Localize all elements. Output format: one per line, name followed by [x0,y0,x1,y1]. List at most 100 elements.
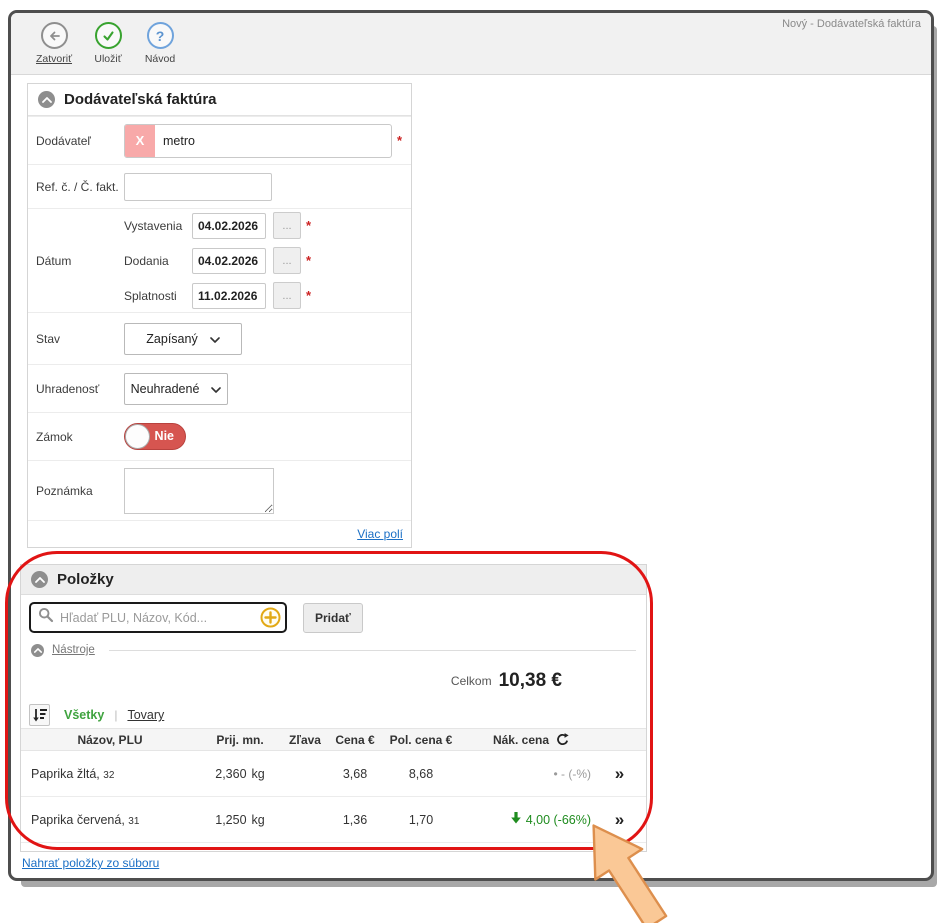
toggle-knob [125,424,150,449]
invoice-panel-footer: Viac polí [28,520,411,547]
due-date-label: Splatnosti [124,289,192,303]
issue-date-row: Vystavenia ... * [124,212,311,239]
status-row: Stav Zapísaný [28,312,411,364]
item-line-total: 8,68 [381,767,461,781]
item-qty: 1,250 [215,813,246,827]
collapse-tools-icon[interactable] [31,644,44,657]
items-panel-footer [21,843,646,851]
help-button[interactable]: ? Návod [135,22,185,65]
tab-goods[interactable]: Tovary [127,708,164,722]
required-asterisk: * [306,253,311,268]
note-textarea[interactable] [124,468,274,514]
item-search-input[interactable] [54,611,285,625]
required-asterisk: * [306,218,311,233]
invoice-panel: Dodávateľská faktúra Dodávateľ X * Ref. … [27,83,412,548]
due-date-picker-button[interactable]: ... [273,282,301,309]
item-plu: 32 [103,770,114,781]
lock-label: Zámok [36,430,124,444]
close-button[interactable]: Zatvoriť [29,22,79,65]
supplier-input[interactable] [155,134,391,148]
ref-label: Ref. č. / Č. fakt. [36,180,124,194]
clear-supplier-button[interactable]: X [125,125,155,157]
payment-select[interactable]: Neuhradené [124,373,228,405]
status-value: Zapísaný [146,332,197,346]
save-button-label: Uložiť [83,53,133,65]
tools-link[interactable]: Nástroje [52,644,95,656]
due-date-row: Splatnosti ... * [124,282,311,309]
issue-date-input[interactable] [192,213,266,239]
tools-row: Nástroje [21,640,646,660]
upload-items-link[interactable]: Nahrať položky zo súboru [22,856,159,870]
collapse-invoice-icon[interactable] [38,91,55,108]
collapse-items-icon[interactable] [31,571,48,588]
item-qty: 2,360 [215,767,246,781]
trend-down-icon [511,812,521,827]
note-row: Poznámka [28,460,411,520]
lock-toggle[interactable]: Nie [124,423,186,450]
add-new-item-icon[interactable] [260,607,281,628]
tab-all[interactable]: Všetky [64,708,104,722]
payment-value: Neuhradené [131,382,200,396]
close-button-label: Zatvoriť [29,53,79,65]
date-row: Dátum Vystavenia ... * Dodania ... * Spl… [28,208,411,312]
items-panel: Položky Pridať Nástroje Celkom 1 [20,564,647,852]
delivery-date-input[interactable] [192,248,266,274]
more-fields-link[interactable]: Viac polí [357,527,403,541]
expand-row-button[interactable]: » [601,810,637,830]
items-tabs: Všetky | Tovary [21,702,646,728]
col-header-price: Cena € [329,733,381,747]
issue-date-label: Vystavenia [124,219,192,233]
col-header-line-total: Pol. cena € [381,733,461,747]
total-label: Celkom [451,674,492,688]
col-header-purchase: Nák. cena [493,733,549,747]
item-line-total: 1,70 [381,813,461,827]
lock-toggle-value: Nie [155,429,174,443]
lock-row: Zámok Nie [28,412,411,460]
date-label: Dátum [36,254,124,268]
col-header-qty: Prij. mn. [199,733,281,747]
ref-input[interactable] [124,173,272,201]
due-date-input[interactable] [192,283,266,309]
check-icon [95,22,122,49]
tab-separator: | [114,708,117,722]
toolbar: Nový - Dodávateľská faktúra Zatvoriť Ulo… [11,13,931,75]
status-label: Stav [36,332,124,346]
table-row[interactable]: Paprika žltá, 32 2,360 kg 3,68 8,68 • - … [21,751,646,797]
invoice-panel-title: Dodávateľská faktúra [64,91,217,108]
items-panel-header: Položky [21,565,646,595]
item-unit: kg [252,767,265,781]
expand-row-button[interactable]: » [601,764,637,784]
items-panel-title: Položky [57,571,114,588]
required-asterisk: * [306,288,311,303]
supplier-label: Dodávateľ [36,134,124,148]
supplier-row: Dodávateľ X * [28,116,411,164]
item-name: Paprika červená, [31,813,125,827]
status-select[interactable]: Zapísaný [124,323,242,355]
supplier-field[interactable]: X [124,124,392,158]
item-unit: kg [252,813,265,827]
table-row[interactable]: Paprika červená, 31 1,250 kg 1,36 1,70 4… [21,797,646,843]
add-item-button[interactable]: Pridať [303,603,363,633]
col-header-name: Názov, PLU [21,733,199,747]
refresh-icon[interactable] [556,733,569,746]
item-purchase-price: • - (-%) [553,767,591,781]
delivery-date-picker-button[interactable]: ... [273,247,301,274]
item-purchase-price: 4,00 (-66%) [526,813,591,827]
delivery-date-row: Dodania ... * [124,247,311,274]
issue-date-picker-button[interactable]: ... [273,212,301,239]
window-title: Nový - Dodávateľská faktúra [782,18,921,30]
delivery-date-label: Dodania [124,254,192,268]
sort-icon[interactable] [29,704,50,726]
payment-row: Uhradenosť Neuhradené [28,364,411,412]
items-search-row: Pridať [21,595,646,640]
back-arrow-icon [41,22,68,49]
item-price: 3,68 [329,767,381,781]
save-button[interactable]: Uložiť [83,22,133,65]
item-search-field[interactable] [29,602,287,633]
total-value: 10,38 € [499,670,562,692]
search-icon [38,607,54,628]
total-row: Celkom 10,38 € [21,660,646,702]
invoice-panel-header: Dodávateľská faktúra [28,84,411,116]
question-icon: ? [147,22,174,49]
note-label: Poznámka [36,484,124,498]
